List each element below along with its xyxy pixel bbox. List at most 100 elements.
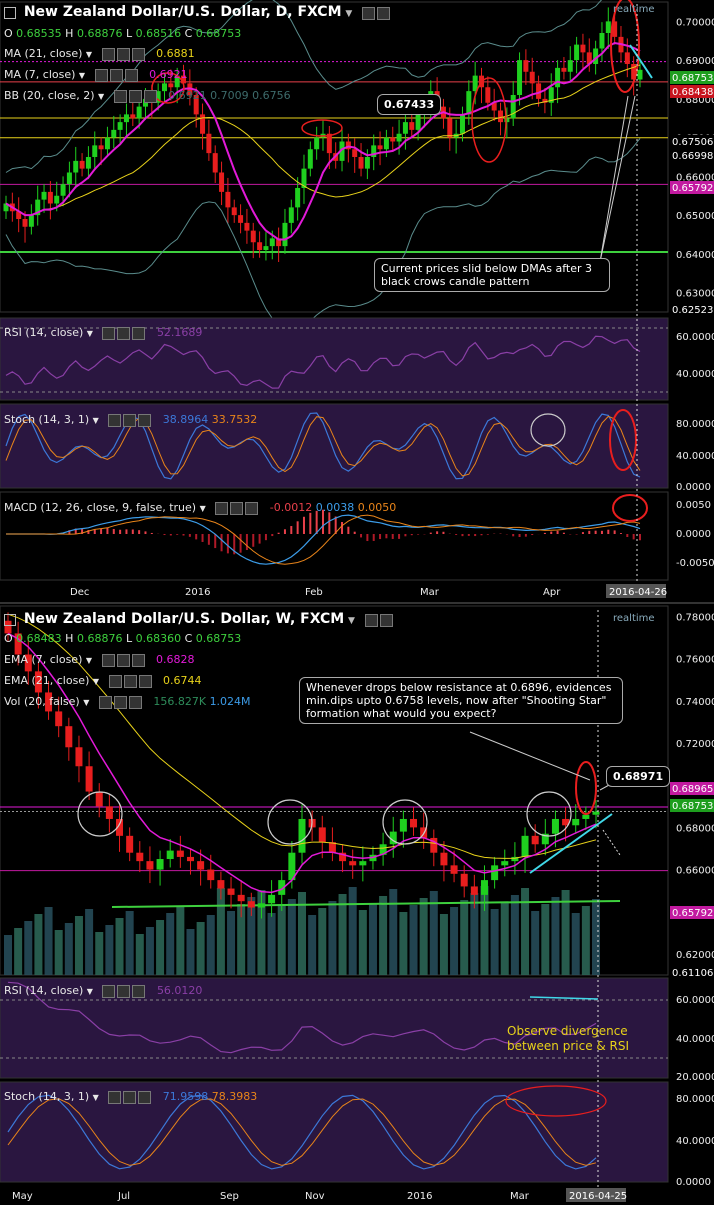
candle-body xyxy=(55,711,63,727)
candle-body xyxy=(377,145,383,150)
bottom-stoch-legend[interactable]: Stoch (14, 3, 1) ▼ 71.9598 78.3983 xyxy=(4,1090,257,1104)
bb-value-3: 0.6756 xyxy=(252,89,291,102)
candle-body xyxy=(298,818,306,853)
rsi-axis-label: 60.0000 xyxy=(676,995,714,1006)
volume-bar xyxy=(267,913,276,975)
top-rsi-legend[interactable]: RSI (14, close) ▼ 52.1689 xyxy=(4,326,202,340)
price-axis-label: 0.74000 xyxy=(676,697,714,708)
ma7-label: MA (7, close) xyxy=(4,68,76,81)
candle-body xyxy=(450,865,458,874)
top-stoch-legend[interactable]: Stoch (14, 3, 1) ▼ 38.8964 33.7532 xyxy=(4,413,257,427)
top-title-buttons[interactable] xyxy=(362,6,392,20)
chevron-down-icon[interactable]: ▼ xyxy=(348,616,355,626)
volume-bar xyxy=(156,920,165,975)
top-ma7-legend[interactable]: MA (7, close) ▼ 0.6921 xyxy=(4,68,188,82)
candle-body xyxy=(531,835,539,845)
bottom-rsi-legend[interactable]: RSI (14, close) ▼ 56.0120 xyxy=(4,984,202,998)
candle-body xyxy=(314,137,320,150)
candle-body xyxy=(98,145,104,150)
candle-body xyxy=(567,60,573,72)
volume-bar xyxy=(44,907,53,975)
candle-body xyxy=(123,114,129,123)
price-axis-label: 0.76000 xyxy=(676,655,714,666)
bottom-chart-title[interactable]: New Zealand Dollar/U.S. Dollar, W, FXCM xyxy=(24,611,344,627)
ma21-value: 0.6881 xyxy=(156,47,195,60)
candle-body xyxy=(247,901,255,908)
chevron-down-icon[interactable]: ▼ xyxy=(345,9,352,19)
volume-bar xyxy=(531,911,540,975)
stoch-value-1: 71.9598 xyxy=(162,1090,209,1103)
price-axis-label: 0.63000 xyxy=(676,289,714,300)
candle-body xyxy=(130,114,136,119)
bottom-ema21-legend[interactable]: EMA (21, close) ▼ 0.6744 xyxy=(4,674,202,688)
time-axis-label: Sep xyxy=(220,1191,239,1202)
volume-bar xyxy=(308,915,317,975)
candle-body xyxy=(399,818,407,832)
candle-body xyxy=(517,60,523,95)
c-label: C xyxy=(184,27,193,40)
candle-body xyxy=(156,859,164,870)
candle-body xyxy=(85,766,93,792)
collapse-icon-bottom[interactable] xyxy=(4,613,16,626)
rsi-axis-label: 40.0000 xyxy=(676,369,714,380)
candle-body xyxy=(561,67,567,72)
candle-body xyxy=(166,850,174,860)
candle-body xyxy=(295,188,301,208)
volume-bar xyxy=(125,911,134,975)
price-axis-label: 0.70000 xyxy=(676,17,714,28)
volume-bar xyxy=(561,890,570,975)
price-axis-label: 0.78000 xyxy=(676,613,714,624)
top-bb-legend[interactable]: BB (20, close, 2) ▼ 0.6921 0.7009 0.6756 xyxy=(4,89,291,103)
candle-body xyxy=(41,191,47,200)
candle-body xyxy=(22,219,28,227)
candle-body xyxy=(521,835,529,857)
volume-bar xyxy=(389,889,398,975)
time-axis-label: Dec xyxy=(70,587,89,598)
price-tag-label: 0.68753 xyxy=(672,73,713,84)
bottom-vol-legend[interactable]: Vol (20, false) ▼ 156.827K 1.024M xyxy=(4,695,251,709)
price-tag-label: 0.66998 xyxy=(672,151,713,162)
top-realtime-label: realtime xyxy=(613,4,655,15)
candle-body xyxy=(318,827,326,843)
price-axis-label: 0.64000 xyxy=(676,250,714,261)
bottom-callout-price: 0.68971 xyxy=(606,766,671,787)
time-axis-label: Jul xyxy=(117,1191,130,1202)
candle-body xyxy=(599,33,605,49)
candle-body xyxy=(402,122,408,134)
candle-body xyxy=(207,869,215,881)
high-value: 0.68876 xyxy=(76,27,123,40)
bottom-title-buttons[interactable] xyxy=(364,613,395,627)
volume-bar xyxy=(24,921,33,975)
candle-body xyxy=(358,157,364,169)
top-macd-legend[interactable]: MACD (12, 26, close, 9, false, true) ▼ -… xyxy=(4,501,396,515)
top-ma21-legend[interactable]: MA (21, close) ▼ 0.6881 xyxy=(4,47,195,61)
o-label: O xyxy=(4,27,13,40)
volume-bar xyxy=(439,914,448,975)
top-chart-title[interactable]: New Zealand Dollar/U.S. Dollar, D, FXCM xyxy=(24,4,342,20)
candle-body xyxy=(390,137,396,142)
l-label: L xyxy=(125,632,133,645)
candle-body xyxy=(186,856,194,862)
candle-body xyxy=(54,195,60,204)
vol-label: Vol (20, false) xyxy=(4,695,80,708)
volume-bar xyxy=(4,935,12,975)
volume-bar xyxy=(399,912,408,975)
volume-bar xyxy=(186,929,195,975)
bottom-header: New Zealand Dollar/U.S. Dollar, W, FXCM … xyxy=(4,611,401,627)
bottom-ohlc: O 0.68483 H 0.68876 L 0.68360 C 0.68753 xyxy=(4,632,241,645)
candle-body xyxy=(624,52,630,64)
collapse-icon[interactable] xyxy=(4,6,16,19)
candle-body xyxy=(409,122,415,130)
bottom-ema7-legend[interactable]: EMA (7, close) ▼ 0.6828 xyxy=(4,653,195,667)
candle-body xyxy=(136,106,142,119)
candle-body xyxy=(168,83,174,88)
top-ohlc: O 0.68535 H 0.68876 L 0.68516 C 0.68753 xyxy=(4,27,241,40)
volume-bar xyxy=(460,900,469,975)
candle-body xyxy=(410,818,418,828)
volume-bar xyxy=(338,894,347,975)
rsi-axis-label: 40.0000 xyxy=(676,1034,714,1045)
candle-body xyxy=(117,122,123,130)
volume-bar xyxy=(419,898,428,975)
ema21-label: EMA (21, close) xyxy=(4,674,90,687)
candle-body xyxy=(200,114,206,134)
